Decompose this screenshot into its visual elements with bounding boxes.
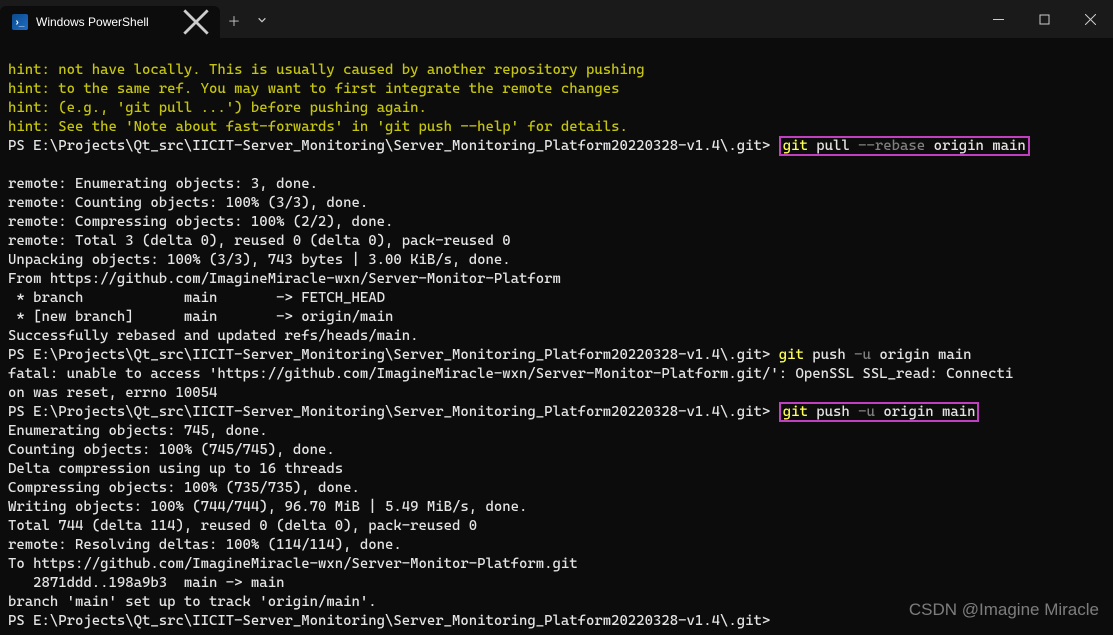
tab-powershell[interactable]: ›_ Windows PowerShell <box>0 6 220 38</box>
hint-line: hint: See the 'Note about fast-forwards'… <box>8 119 628 135</box>
titlebar: ›_ Windows PowerShell ＋ <box>0 0 1113 38</box>
output-line: Compressing objects: 100% (735/735), don… <box>8 480 360 496</box>
prompt: PS E:\Projects\Qt_src\IICIT-Server_Monit… <box>8 613 770 629</box>
error-line: on was reset, errno 10054 <box>8 385 217 401</box>
output-line: Counting objects: 100% (745/745), done. <box>8 442 335 458</box>
minimize-button[interactable] <box>975 0 1021 38</box>
output-line: Successfully rebased and updated refs/he… <box>8 328 418 344</box>
prompt: PS E:\Projects\Qt_src\IICIT-Server_Monit… <box>8 404 770 420</box>
close-window-button[interactable] <box>1067 0 1113 38</box>
output-line: Total 744 (delta 114), reused 0 (delta 0… <box>8 518 477 534</box>
output-line: * branch main -> FETCH_HEAD <box>8 290 385 306</box>
output-line: remote: Resolving deltas: 100% (114/114)… <box>8 537 402 553</box>
window-controls <box>975 0 1113 38</box>
close-tab-button[interactable] <box>182 8 210 36</box>
output-line: * [new branch] main -> origin/main <box>8 309 393 325</box>
output-line: Unpacking objects: 100% (3/3), 743 bytes… <box>8 252 511 268</box>
highlighted-command: git pull --rebase origin main <box>779 136 1030 156</box>
output-line: branch 'main' set up to track 'origin/ma… <box>8 594 377 610</box>
tab-title: Windows PowerShell <box>36 15 174 29</box>
new-tab-button[interactable]: ＋ <box>220 6 248 34</box>
output-line: To https://github.com/ImagineMiracle-wxn… <box>8 556 578 572</box>
highlighted-command: git push -u origin main <box>779 402 980 422</box>
output-line: remote: Compressing objects: 100% (2/2),… <box>8 214 393 230</box>
prompt: PS E:\Projects\Qt_src\IICIT-Server_Monit… <box>8 138 770 154</box>
powershell-icon: ›_ <box>12 14 28 30</box>
error-line: fatal: unable to access 'https://github.… <box>8 366 1013 382</box>
hint-line: hint: (e.g., 'git pull ...') before push… <box>8 100 427 116</box>
output-line: 2871ddd..198a9b3 main -> main <box>8 575 284 591</box>
output-line: Enumerating objects: 745, done. <box>8 423 268 439</box>
output-line: remote: Total 3 (delta 0), reused 0 (del… <box>8 233 511 249</box>
output-line: Writing objects: 100% (744/744), 96.70 M… <box>8 499 527 515</box>
output-line: From https://github.com/ImagineMiracle-w… <box>8 271 561 287</box>
tab-dropdown-button[interactable] <box>248 6 276 34</box>
maximize-button[interactable] <box>1021 0 1067 38</box>
output-line: Delta compression using up to 16 threads <box>8 461 343 477</box>
hint-line: hint: to the same ref. You may want to f… <box>8 81 620 97</box>
output-line: remote: Enumerating objects: 3, done. <box>8 176 318 192</box>
output-line: remote: Counting objects: 100% (3/3), do… <box>8 195 368 211</box>
watermark: CSDN @Imagine Miracle <box>909 600 1099 620</box>
prompt: PS E:\Projects\Qt_src\IICIT-Server_Monit… <box>8 347 770 363</box>
hint-line: hint: not have locally. This is usually … <box>8 62 645 78</box>
terminal-output[interactable]: hint: not have locally. This is usually … <box>0 38 1113 635</box>
